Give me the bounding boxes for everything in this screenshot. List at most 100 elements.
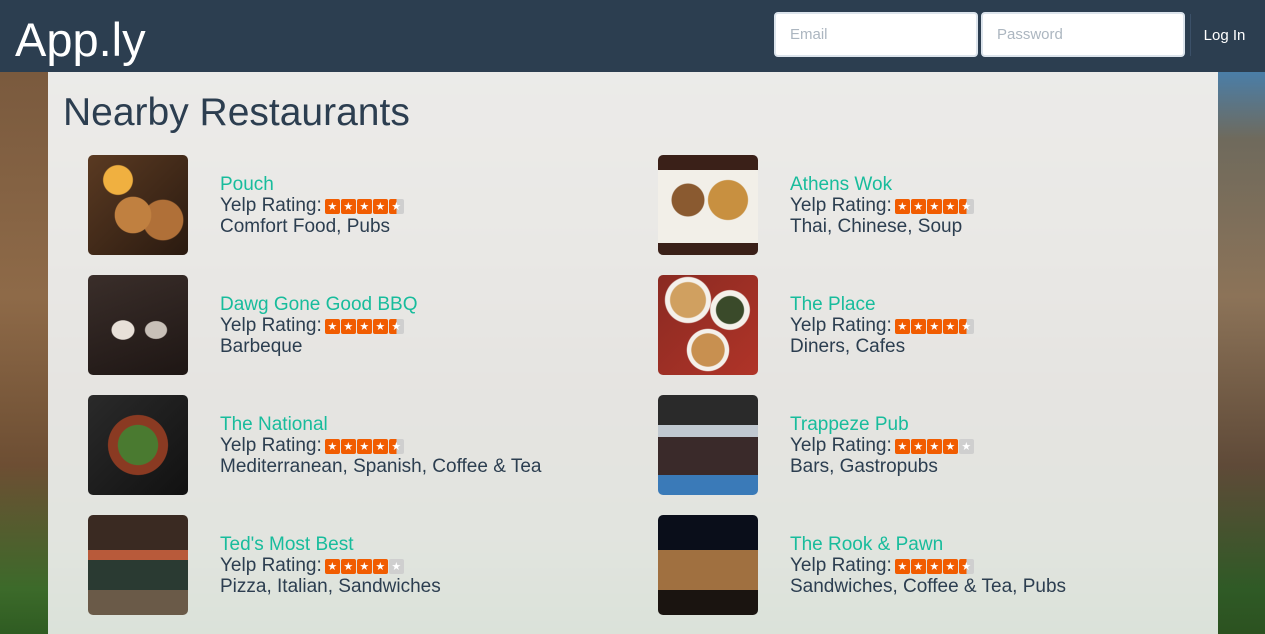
rating-label: Yelp Rating: <box>220 315 322 336</box>
star-icon: ★ <box>910 438 926 454</box>
background-photo-left <box>0 72 48 634</box>
star-icon: ★ <box>942 558 958 574</box>
restaurant-categories: Diners, Cafes <box>790 336 906 357</box>
star-icon: ★ <box>340 198 356 214</box>
star-icon: ★ <box>894 318 910 334</box>
rating-stars: ★ ★ ★ ★ ★ <box>894 558 974 574</box>
restaurant-name-link[interactable]: The Place <box>790 294 876 316</box>
star-icon: ★ <box>388 318 404 334</box>
star-icon: ★ <box>388 558 404 574</box>
rating-label: Yelp Rating: <box>220 435 322 456</box>
restaurant-categories: Mediterranean, Spanish, Coffee & Tea <box>220 456 542 477</box>
rating-stars: ★ ★ ★ ★ ★ <box>894 198 974 214</box>
star-icon: ★ <box>324 558 340 574</box>
star-icon: ★ <box>958 438 974 454</box>
restaurant-card: Trappeze Pub Yelp Rating: ★ ★ ★ ★ ★ Bars, Gas… <box>658 395 1218 495</box>
star-icon: ★ <box>926 318 942 334</box>
rating-label: Yelp Rating: <box>220 195 322 216</box>
restaurant-card: The National Yelp Rating: ★ ★ ★ ★ ★ Mediterra… <box>88 395 648 495</box>
star-icon: ★ <box>356 318 372 334</box>
rating-stars: ★ ★ ★ ★ ★ <box>894 438 974 454</box>
star-icon: ★ <box>958 198 974 214</box>
rating-stars: ★ ★ ★ ★ ★ <box>324 558 404 574</box>
restaurant-photo[interactable] <box>88 395 188 495</box>
yelp-rating: Yelp Rating: ★ ★ ★ ★ ★ <box>220 435 404 457</box>
rating-label: Yelp Rating: <box>790 315 892 336</box>
star-icon: ★ <box>388 198 404 214</box>
star-icon: ★ <box>910 198 926 214</box>
restaurant-categories: Bars, Gastropubs <box>790 456 938 477</box>
restaurant-photo[interactable] <box>658 515 758 615</box>
star-icon: ★ <box>894 198 910 214</box>
star-icon: ★ <box>958 318 974 334</box>
restaurant-photo[interactable] <box>88 155 188 255</box>
restaurant-categories: Sandwiches, Coffee & Tea, Pubs <box>790 576 1067 597</box>
star-icon: ★ <box>926 438 942 454</box>
navbar: App.ly Log In <box>0 0 1265 72</box>
restaurant-photo[interactable] <box>88 275 188 375</box>
restaurant-name-link[interactable]: Athens Wok <box>790 174 892 196</box>
restaurant-photo[interactable] <box>88 515 188 615</box>
star-icon: ★ <box>340 438 356 454</box>
restaurant-card: The Rook & Pawn Yelp Rating: ★ ★ ★ ★ ★ Sandwi… <box>658 515 1218 615</box>
star-icon: ★ <box>356 438 372 454</box>
restaurant-categories: Thai, Chinese, Soup <box>790 216 963 237</box>
page-title: Nearby Restaurants <box>63 91 410 134</box>
rating-stars: ★ ★ ★ ★ ★ <box>894 318 974 334</box>
email-field[interactable] <box>774 12 978 57</box>
star-icon: ★ <box>340 318 356 334</box>
star-icon: ★ <box>324 318 340 334</box>
restaurant-card: The Place Yelp Rating: ★ ★ ★ ★ ★ Diners, Cafe… <box>658 275 1218 375</box>
restaurant-card: Dawg Gone Good BBQ Yelp Rating: ★ ★ ★ ★ ★ Bar… <box>88 275 648 375</box>
yelp-rating: Yelp Rating: ★ ★ ★ ★ ★ <box>220 195 404 217</box>
background-photo-right <box>1218 72 1265 634</box>
brand-logo[interactable]: App.ly <box>15 14 146 66</box>
yelp-rating: Yelp Rating: ★ ★ ★ ★ ★ <box>790 315 974 337</box>
restaurant-photo[interactable] <box>658 395 758 495</box>
restaurant-name-link[interactable]: Ted's Most Best <box>220 534 354 556</box>
restaurant-name-link[interactable]: Pouch <box>220 174 274 196</box>
rating-stars: ★ ★ ★ ★ ★ <box>324 198 404 214</box>
star-icon: ★ <box>372 558 388 574</box>
yelp-rating: Yelp Rating: ★ ★ ★ ★ ★ <box>790 195 974 217</box>
star-icon: ★ <box>910 318 926 334</box>
rating-stars: ★ ★ ★ ★ ★ <box>324 438 404 454</box>
restaurant-categories: Pizza, Italian, Sandwiches <box>220 576 441 597</box>
restaurant-categories: Barbeque <box>220 336 303 357</box>
star-icon: ★ <box>324 198 340 214</box>
star-icon: ★ <box>910 558 926 574</box>
star-icon: ★ <box>372 438 388 454</box>
star-icon: ★ <box>388 438 404 454</box>
restaurant-card: Pouch Yelp Rating: ★ ★ ★ ★ ★ Comfort Food, Pu… <box>88 155 648 255</box>
star-icon: ★ <box>894 438 910 454</box>
restaurant-card: Ted's Most Best Yelp Rating: ★ ★ ★ ★ ★ Pizza,… <box>88 515 648 615</box>
star-icon: ★ <box>926 558 942 574</box>
star-icon: ★ <box>894 558 910 574</box>
restaurant-name-link[interactable]: Trappeze Pub <box>790 414 909 436</box>
rating-label: Yelp Rating: <box>790 195 892 216</box>
rating-label: Yelp Rating: <box>790 435 892 456</box>
restaurant-card: Athens Wok Yelp Rating: ★ ★ ★ ★ ★ Thai, Chine… <box>658 155 1218 255</box>
restaurant-categories: Comfort Food, Pubs <box>220 216 391 237</box>
yelp-rating: Yelp Rating: ★ ★ ★ ★ ★ <box>220 555 404 577</box>
restaurant-name-link[interactable]: The Rook & Pawn <box>790 534 943 556</box>
star-icon: ★ <box>942 438 958 454</box>
star-icon: ★ <box>372 318 388 334</box>
password-field[interactable] <box>981 12 1185 57</box>
login-button[interactable]: Log In <box>1190 14 1258 56</box>
star-icon: ★ <box>356 198 372 214</box>
star-icon: ★ <box>958 558 974 574</box>
star-icon: ★ <box>942 318 958 334</box>
restaurants-panel: Nearby Restaurants Pouch Yelp Rating: ★ ★ ★… <box>48 72 1218 634</box>
restaurant-name-link[interactable]: The National <box>220 414 328 436</box>
restaurant-photo[interactable] <box>658 275 758 375</box>
star-icon: ★ <box>942 198 958 214</box>
star-icon: ★ <box>926 198 942 214</box>
star-icon: ★ <box>324 438 340 454</box>
restaurant-name-link[interactable]: Dawg Gone Good BBQ <box>220 294 418 316</box>
rating-stars: ★ ★ ★ ★ ★ <box>324 318 404 334</box>
restaurant-photo[interactable] <box>658 155 758 255</box>
star-icon: ★ <box>356 558 372 574</box>
star-icon: ★ <box>340 558 356 574</box>
rating-label: Yelp Rating: <box>220 555 322 576</box>
